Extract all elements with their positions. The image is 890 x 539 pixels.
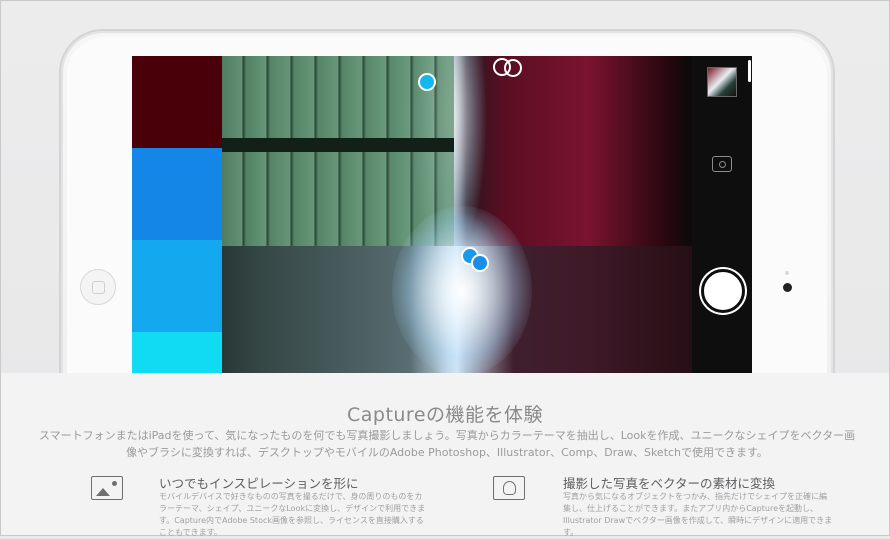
color-theme-swatches [132,56,222,376]
color-swatch-4[interactable] [132,332,222,376]
color-swatch-2[interactable] [132,148,222,240]
color-picker-handle-5[interactable] [471,254,489,272]
camera-viewfinder[interactable] [222,56,692,376]
feature-title-inspiration: いつでもインスピレーションを形に [159,476,359,491]
color-picker-handle-1[interactable] [418,73,436,91]
switch-camera-lens-icon [719,161,726,168]
page-frame: Captureの機能を体験 スマートフォンまたはiPadを使って、気になったもの… [0,0,890,537]
feature-body-vector: 写真から気になるオブジェクトをつかみ、指先だけでシェイプを正確に編集し、仕上げる… [563,492,833,537]
scroll-indicator [748,60,751,82]
last-capture-thumbnail[interactable] [707,67,737,97]
shutter-button[interactable] [701,269,745,313]
vector-shape-icon [493,476,525,500]
capture-app-screen [132,56,752,376]
ambient-sensor [785,271,789,275]
viewfinder-light-glow [392,206,532,376]
section-description: スマートフォンまたはiPadを使って、気になったものを何でも写真撮影しましょう。… [38,429,856,459]
switch-camera-icon[interactable] [712,156,732,172]
image-icon-sun [112,481,117,486]
color-swatch-1[interactable] [132,56,222,148]
viewfinder-fence-rail [222,138,454,152]
section-title: Captureの機能を体験 [346,404,544,426]
info-panel: Captureの機能を体験 スマートフォンまたはiPadを使って、気になったもの… [1,373,889,537]
image-icon [91,476,123,500]
feature-title-vector: 撮影した写真をベクターの素材に変換 [563,476,776,491]
home-button [80,269,116,305]
vector-shape-icon-flower [503,481,516,495]
color-picker-handle-3[interactable] [504,59,522,77]
camera-lens [783,283,792,292]
feature-body-inspiration: モバイルデバイスで好きなものの写真を撮るだけで、身の周りのものをカラーテーマ、シ… [159,492,426,537]
home-button-icon [92,281,105,294]
color-swatch-3[interactable] [132,240,222,332]
camera-controls-bar [692,56,752,376]
image-icon-mountain [96,488,110,496]
